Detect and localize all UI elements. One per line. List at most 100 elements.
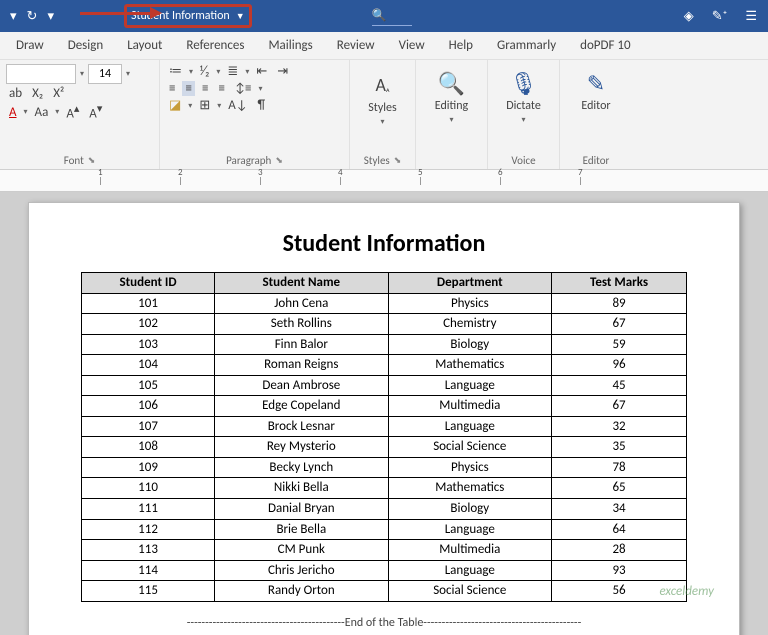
font-size-input[interactable]: [88, 64, 122, 84]
table-cell[interactable]: 111: [82, 499, 215, 520]
grow-font-button[interactable]: A▴: [63, 103, 82, 121]
table-cell[interactable]: Rey Mysterio: [215, 437, 388, 458]
table-cell[interactable]: 28: [552, 540, 687, 561]
search-box[interactable]: 🔍: [372, 6, 412, 26]
table-cell[interactable]: 109: [82, 457, 215, 478]
font-name-caret-icon[interactable]: ▾: [80, 69, 84, 79]
table-cell[interactable]: Finn Balor: [215, 334, 388, 355]
tab-references[interactable]: References: [176, 34, 254, 57]
case-caret-icon[interactable]: ▾: [55, 107, 59, 117]
align-center-button[interactable]: ≡: [182, 81, 194, 96]
dictate-button[interactable]: 🎙 Dictate ▾: [494, 64, 553, 131]
table-cell[interactable]: CM Punk: [215, 540, 388, 561]
table-cell[interactable]: Danial Bryan: [215, 499, 388, 520]
table-cell[interactable]: Social Science: [388, 581, 552, 602]
tab-dopdf-10[interactable]: doPDF 10: [570, 34, 641, 57]
shading-button[interactable]: ◪: [166, 98, 184, 113]
subscript-button[interactable]: X₂: [29, 86, 46, 101]
table-cell[interactable]: Chemistry: [388, 314, 552, 335]
table-cell[interactable]: Roman Reigns: [215, 355, 388, 376]
table-cell[interactable]: Seth Rollins: [215, 314, 388, 335]
shrink-font-button[interactable]: A▾: [86, 103, 105, 121]
pen-icon[interactable]: ✎⁺: [709, 9, 731, 24]
table-cell[interactable]: Language: [388, 560, 552, 581]
decrease-indent-button[interactable]: ⇤: [253, 64, 270, 79]
table-cell[interactable]: 105: [82, 375, 215, 396]
tab-grammarly[interactable]: Grammarly: [487, 34, 566, 57]
table-cell[interactable]: Physics: [388, 457, 552, 478]
editing-button[interactable]: 🔍 Editing ▾: [422, 64, 481, 131]
qat-dropdown-1[interactable]: ▾: [6, 10, 21, 23]
table-cell[interactable]: Language: [388, 519, 552, 540]
font-dialog-launcher-icon[interactable]: ⬊: [88, 155, 96, 166]
table-cell[interactable]: 107: [82, 416, 215, 437]
table-cell[interactable]: 93: [552, 560, 687, 581]
page[interactable]: Student Information Student IDStudent Na…: [28, 202, 740, 635]
table-cell[interactable]: Brock Lesnar: [215, 416, 388, 437]
table-cell[interactable]: 103: [82, 334, 215, 355]
font-color-button[interactable]: A: [6, 105, 20, 120]
table-cell[interactable]: Nikki Bella: [215, 478, 388, 499]
borders-button[interactable]: ⊞: [196, 98, 213, 113]
table-cell[interactable]: 113: [82, 540, 215, 561]
table-cell[interactable]: 89: [552, 293, 687, 314]
doc-title-dropdown-icon[interactable]: ▼: [236, 11, 245, 22]
increase-indent-button[interactable]: ⇥: [274, 64, 291, 79]
multilevel-button[interactable]: ≣: [224, 64, 241, 79]
sort-button[interactable]: A↓: [225, 98, 250, 113]
tab-review[interactable]: Review: [327, 34, 385, 57]
line-spacing-button[interactable]: ↕≡: [232, 81, 255, 96]
qat-redo[interactable]: ↻: [23, 10, 42, 23]
table-cell[interactable]: Language: [388, 375, 552, 396]
table-cell[interactable]: 67: [552, 314, 687, 335]
table-cell[interactable]: 102: [82, 314, 215, 335]
align-left-button[interactable]: ≡: [166, 81, 178, 96]
table-cell[interactable]: Edge Copeland: [215, 396, 388, 417]
table-cell[interactable]: Becky Lynch: [215, 457, 388, 478]
table-cell[interactable]: 115: [82, 581, 215, 602]
table-cell[interactable]: 65: [552, 478, 687, 499]
document-title-highlight[interactable]: Student Information ▼: [124, 4, 252, 28]
table-cell[interactable]: Brie Bella: [215, 519, 388, 540]
tab-help[interactable]: Help: [439, 34, 483, 57]
tab-design[interactable]: Design: [58, 34, 113, 57]
table-cell[interactable]: 35: [552, 437, 687, 458]
table-cell[interactable]: Multimedia: [388, 396, 552, 417]
table-cell[interactable]: 106: [82, 396, 215, 417]
table-cell[interactable]: 104: [82, 355, 215, 376]
table-cell[interactable]: 110: [82, 478, 215, 499]
horizontal-ruler[interactable]: 1234567: [0, 170, 768, 192]
justify-button[interactable]: ≡: [215, 81, 227, 96]
table-cell[interactable]: Dean Ambrose: [215, 375, 388, 396]
tab-layout[interactable]: Layout: [117, 34, 172, 57]
table-cell[interactable]: Randy Orton: [215, 581, 388, 602]
table-cell[interactable]: 45: [552, 375, 687, 396]
diamond-icon[interactable]: ◈: [681, 9, 697, 24]
numbering-button[interactable]: ⅟₂: [197, 64, 212, 79]
strike-button[interactable]: ab: [6, 86, 25, 101]
show-marks-button[interactable]: ¶: [255, 98, 269, 113]
table-cell[interactable]: John Cena: [215, 293, 388, 314]
change-case-button[interactable]: Aa: [32, 105, 52, 120]
table-cell[interactable]: Mathematics: [388, 355, 552, 376]
table-cell[interactable]: 67: [552, 396, 687, 417]
tab-mailings[interactable]: Mailings: [258, 34, 322, 57]
table-cell[interactable]: Chris Jericho: [215, 560, 388, 581]
tab-draw[interactable]: Draw: [6, 34, 54, 57]
font-color-caret-icon[interactable]: ▾: [24, 107, 28, 117]
font-size-caret-icon[interactable]: ▾: [126, 69, 130, 79]
table-cell[interactable]: Physics: [388, 293, 552, 314]
table-cell[interactable]: Biology: [388, 499, 552, 520]
table-cell[interactable]: 101: [82, 293, 215, 314]
table-cell[interactable]: 32: [552, 416, 687, 437]
hamburger-icon[interactable]: ☰: [742, 9, 760, 24]
table-cell[interactable]: Biology: [388, 334, 552, 355]
styles-button[interactable]: Aᴬ Styles ▾: [356, 64, 409, 133]
table-cell[interactable]: Mathematics: [388, 478, 552, 499]
tab-view[interactable]: View: [389, 34, 435, 57]
table-cell[interactable]: 78: [552, 457, 687, 478]
table-cell[interactable]: Social Science: [388, 437, 552, 458]
paragraph-dialog-launcher-icon[interactable]: ⬊: [275, 155, 283, 166]
table-cell[interactable]: 108: [82, 437, 215, 458]
table-cell[interactable]: 64: [552, 519, 687, 540]
